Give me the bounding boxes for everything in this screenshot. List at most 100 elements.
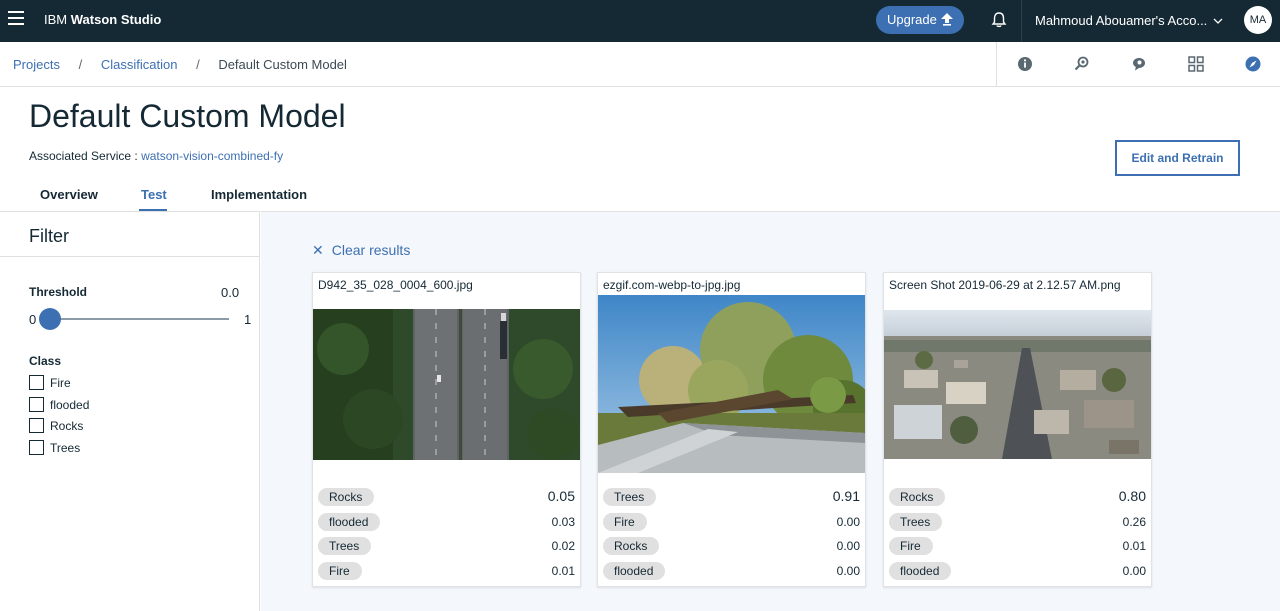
result-card: ezgif.com-webp-to-jpg.jpg Trees 0.91 Fir… [597, 272, 866, 587]
breadcrumb-current: Default Custom Model [218, 57, 347, 72]
class-tag: flooded [318, 513, 381, 531]
chevron-down-icon[interactable] [1212, 15, 1224, 27]
chat-icon[interactable] [1130, 55, 1148, 73]
class-score: 0.91 [832, 488, 860, 504]
tab-implementation[interactable]: Implementation [211, 187, 307, 202]
breadcrumb-separator: / [196, 57, 200, 72]
class-score: 0.01 [551, 564, 575, 578]
class-score: 0.05 [547, 488, 575, 504]
result-filename: D942_35_028_0004_600.jpg [318, 278, 473, 292]
grid-icon[interactable] [1187, 55, 1205, 73]
filter-divider [0, 256, 259, 257]
class-score: 0.00 [836, 564, 860, 578]
class-tag: Trees [889, 513, 943, 531]
result-row: flooded 0.00 [603, 562, 860, 580]
class-tag: Trees [603, 488, 657, 506]
result-filename: Screen Shot 2019-06-29 at 2.12.57 AM.png [889, 278, 1121, 292]
checkbox[interactable] [29, 440, 44, 455]
info-icon[interactable] [1016, 55, 1034, 73]
class-score: 0.00 [836, 515, 860, 529]
class-option-label: Trees [50, 441, 81, 455]
class-tag: Rocks [889, 488, 946, 506]
class-tag: flooded [889, 562, 952, 580]
upgrade-button[interactable]: Upgrade [876, 6, 964, 34]
threshold-value: 0.0 [221, 285, 240, 300]
brand-logo[interactable]: IBM Watson Studio [44, 12, 161, 27]
clear-results-button[interactable]: ✕ Clear results [312, 242, 410, 259]
tab-test[interactable]: Test [141, 187, 167, 202]
clear-results-label: Clear results [331, 242, 411, 258]
result-card: Screen Shot 2019-06-29 at 2.12.57 AM.png [883, 272, 1152, 587]
class-label: Class [29, 354, 62, 368]
upload-arrow-icon [941, 13, 953, 26]
bell-icon[interactable] [990, 11, 1008, 29]
result-row: Rocks 0.80 [889, 488, 1146, 506]
result-row: Rocks 0.00 [603, 537, 860, 555]
class-tag: Fire [603, 513, 647, 531]
threshold-slider-handle[interactable] [39, 308, 61, 330]
brand-name: Watson Studio [70, 12, 162, 27]
result-row: Trees 0.26 [889, 513, 1146, 531]
result-image[interactable] [313, 309, 580, 460]
class-tag: Fire [318, 562, 362, 580]
slider-min-label: 0 [29, 312, 37, 327]
slider-max-label: 1 [244, 312, 252, 327]
brand-prefix: IBM [44, 12, 68, 27]
result-card: D942_35_028_0004_600.jpg Rocks 0.05 floo… [312, 272, 581, 587]
breadcrumb: Projects / Classification / Default Cust… [13, 57, 347, 72]
class-tag: flooded [603, 562, 666, 580]
find-icon[interactable] [1073, 55, 1091, 73]
associated-service: Associated Service : watson-vision-combi… [29, 149, 283, 163]
breadcrumb-classification[interactable]: Classification [101, 57, 178, 72]
result-row: flooded 0.00 [889, 562, 1146, 580]
result-row: Fire 0.01 [889, 537, 1146, 555]
class-option-label: Rocks [50, 419, 84, 433]
edit-and-retrain-button[interactable]: Edit and Retrain [1115, 140, 1240, 176]
threshold-label: Threshold [29, 285, 88, 299]
class-tag: Rocks [318, 488, 375, 506]
breadcrumb-bar: Projects / Classification / Default Cust… [0, 42, 1280, 87]
result-image[interactable] [884, 310, 1151, 459]
class-option-label: Fire [50, 376, 71, 390]
result-row: Trees 0.02 [318, 537, 575, 555]
class-tag: Fire [889, 537, 933, 555]
class-option-label: flooded [50, 398, 90, 412]
result-filename: ezgif.com-webp-to-jpg.jpg [603, 278, 741, 292]
class-tag: Rocks [603, 537, 660, 555]
upgrade-label: Upgrade [887, 12, 937, 27]
service-link[interactable]: watson-vision-combined-fy [141, 149, 283, 163]
class-tag: Trees [318, 537, 372, 555]
threshold-slider-track[interactable] [46, 318, 229, 320]
class-score: 0.00 [1122, 564, 1146, 578]
tab-overview[interactable]: Overview [40, 187, 98, 202]
class-score: 0.03 [551, 515, 575, 529]
checkbox[interactable] [29, 397, 44, 412]
toolbar-icons [996, 42, 1280, 86]
class-score: 0.00 [836, 539, 860, 553]
close-icon: ✕ [312, 242, 324, 258]
account-switcher[interactable]: Mahmoud Abouamer's Acco... [1035, 13, 1207, 28]
result-row: Fire 0.00 [603, 513, 860, 531]
filter-panel: Filter Threshold 0.0 0 1 Class Fire floo… [0, 211, 260, 611]
class-score: 0.02 [551, 539, 575, 553]
result-row: Rocks 0.05 [318, 488, 575, 506]
class-score: 0.01 [1122, 539, 1146, 553]
class-score: 0.26 [1122, 515, 1146, 529]
page-title: Default Custom Model [29, 98, 346, 134]
result-row: flooded 0.03 [318, 513, 575, 531]
result-row: Fire 0.01 [318, 562, 575, 580]
compass-icon[interactable] [1244, 55, 1262, 73]
breadcrumb-separator: / [78, 57, 83, 72]
filter-title: Filter [29, 226, 69, 246]
service-label: Associated Service : [29, 149, 138, 163]
result-image[interactable] [598, 295, 865, 473]
top-navigation-bar: IBM Watson Studio Upgrade Mahmoud Abouam… [0, 0, 1280, 42]
topbar-divider [1021, 0, 1022, 42]
avatar[interactable]: MA [1244, 6, 1272, 34]
menu-icon[interactable] [8, 11, 24, 27]
checkbox[interactable] [29, 418, 44, 433]
breadcrumb-projects[interactable]: Projects [13, 57, 60, 72]
result-row: Trees 0.91 [603, 488, 860, 506]
checkbox[interactable] [29, 375, 44, 390]
class-score: 0.80 [1118, 488, 1146, 504]
